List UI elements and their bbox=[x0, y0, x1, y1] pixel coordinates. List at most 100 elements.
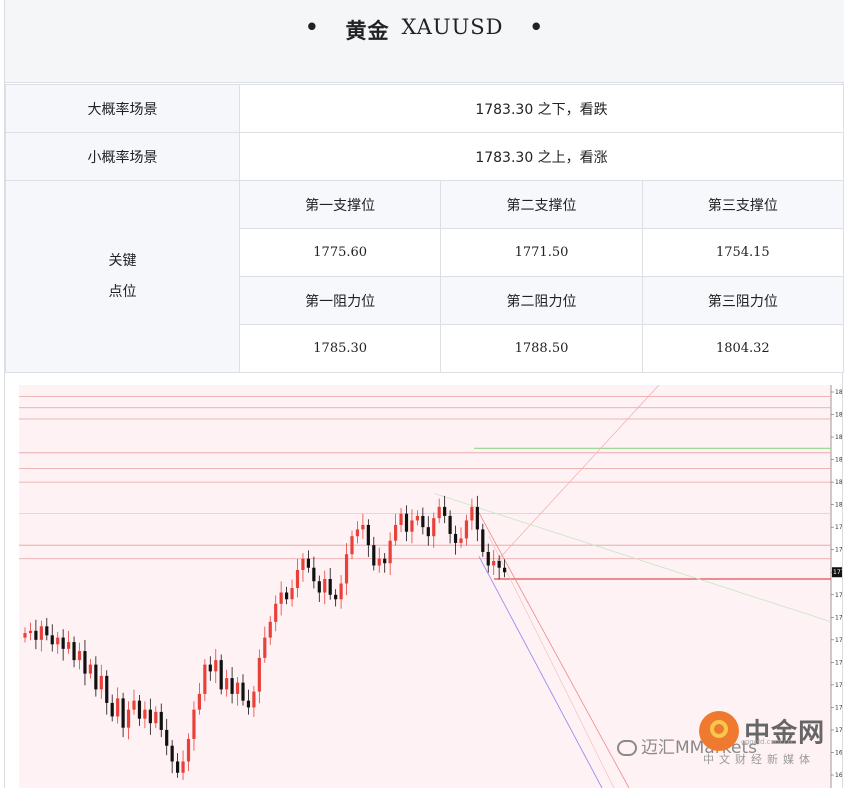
brand-subtitle: 中文财经新媒体 bbox=[703, 753, 815, 766]
wechat-icon bbox=[617, 740, 637, 756]
title-bullet-left: • bbox=[305, 15, 320, 39]
candle-body bbox=[415, 515, 419, 521]
price-axis-label: 174 bbox=[835, 637, 842, 644]
candle-body bbox=[464, 520, 469, 539]
candle-body bbox=[72, 642, 76, 661]
candle-body bbox=[192, 709, 196, 739]
price-axis-label: 173 bbox=[835, 659, 842, 666]
price-axis-label: 179 bbox=[835, 524, 842, 531]
support-value: 1775.60 bbox=[238, 228, 442, 277]
candle-body bbox=[39, 626, 43, 640]
scenario-value: 1783.30 之下，看跌 bbox=[239, 84, 844, 133]
candle-body bbox=[143, 709, 147, 719]
candle-body bbox=[94, 664, 98, 690]
candle-body bbox=[50, 635, 54, 645]
candle-body bbox=[459, 538, 463, 543]
candle-body bbox=[350, 536, 354, 555]
candle-body bbox=[497, 560, 501, 568]
support-value: 1771.50 bbox=[440, 228, 643, 277]
candle-body bbox=[285, 592, 289, 600]
page-title: • 黄金 XAUUSD • bbox=[5, 0, 844, 83]
candle-body bbox=[312, 567, 316, 582]
key-levels-label: 关键 点位 bbox=[5, 180, 240, 373]
candle-body bbox=[203, 664, 207, 694]
levels-table: 大概率场景 1783.30 之下，看跌 小概率场景 1783.30 之上，看涨 … bbox=[5, 84, 845, 373]
candle-body bbox=[23, 633, 27, 638]
scenario-row: 小概率场景 1783.30 之上，看涨 bbox=[5, 132, 844, 181]
watermark-brand: 中金网 中文财经新媒体 cngold.com.cn bbox=[699, 711, 825, 767]
candle-body bbox=[410, 520, 414, 532]
candle-body bbox=[268, 621, 272, 638]
support-header: 第三支撑位 bbox=[641, 180, 845, 229]
candle-body bbox=[77, 651, 82, 661]
candle-body bbox=[121, 698, 125, 728]
candle-body bbox=[246, 700, 251, 708]
candle-body bbox=[295, 569, 300, 589]
candle-body bbox=[301, 558, 305, 570]
candle-body bbox=[28, 630, 33, 634]
scenario-label: 大概率场景 bbox=[5, 84, 240, 133]
title-bullet-right: • bbox=[529, 15, 544, 39]
candle-body bbox=[306, 558, 310, 568]
support-header: 第一支撑位 bbox=[238, 180, 442, 229]
candle-body bbox=[67, 642, 71, 649]
price-axis-label: 170 bbox=[835, 727, 842, 734]
resistance-header: 第三阻力位 bbox=[641, 276, 845, 325]
title-name: 黄金 bbox=[345, 19, 390, 43]
candle-body bbox=[366, 524, 370, 546]
candle-body bbox=[372, 545, 376, 566]
candle-body bbox=[339, 583, 343, 600]
watermark-wechat-text: 迈汇M bbox=[641, 738, 690, 758]
candle-body bbox=[181, 761, 185, 773]
candle-body bbox=[110, 702, 114, 717]
candle-body bbox=[448, 515, 452, 534]
candle-body bbox=[241, 682, 245, 701]
candle-body bbox=[394, 524, 398, 541]
key-levels-label-line1: 关键 bbox=[108, 252, 137, 269]
candle-body bbox=[252, 691, 256, 708]
candle-body bbox=[453, 533, 458, 543]
price-axis-label: 183 bbox=[835, 434, 842, 441]
candle-body bbox=[56, 637, 60, 645]
brand-url: cngold.com.cn bbox=[741, 738, 793, 746]
resistance-header: 第一阻力位 bbox=[238, 276, 442, 325]
candle-body bbox=[165, 729, 169, 746]
candle-body bbox=[208, 664, 212, 672]
candle-body bbox=[388, 540, 392, 564]
support-header: 第二支撑位 bbox=[440, 180, 643, 229]
candle-body bbox=[492, 560, 496, 566]
candle-body bbox=[61, 637, 65, 649]
price-axis-label: 169 bbox=[835, 749, 842, 756]
candle-body bbox=[404, 513, 409, 532]
candle-body bbox=[355, 529, 360, 537]
candle-body bbox=[257, 657, 261, 692]
candle-body bbox=[503, 567, 507, 573]
price-chart: 185 184 183 182 181 180 179 178 177 176 175 174 173 1… bbox=[19, 385, 842, 788]
candle-body bbox=[432, 518, 436, 537]
resistance-value: 1804.32 bbox=[641, 324, 845, 373]
candle-body bbox=[214, 660, 218, 672]
resistance-value: 1785.30 bbox=[238, 324, 442, 373]
candle-body bbox=[263, 637, 267, 658]
candle-body bbox=[99, 675, 103, 690]
candle-body bbox=[225, 678, 229, 690]
candle-body bbox=[186, 738, 191, 762]
candle-body bbox=[426, 527, 430, 537]
candle-body bbox=[45, 626, 49, 636]
candle-body bbox=[377, 558, 381, 566]
candle-body bbox=[230, 678, 234, 694]
candle-body bbox=[344, 554, 349, 584]
price-axis-label: 181 bbox=[835, 479, 842, 486]
candle-body bbox=[317, 581, 321, 593]
candle-body bbox=[274, 603, 278, 622]
price-axis-label: 185 bbox=[835, 389, 842, 396]
candle-body bbox=[197, 693, 201, 710]
candle-body bbox=[235, 682, 240, 694]
candle-body bbox=[421, 515, 425, 528]
candle-body bbox=[481, 529, 485, 552]
candle-body bbox=[475, 506, 479, 530]
scenario-row: 大概率场景 1783.30 之下，看跌 bbox=[5, 84, 844, 133]
candle-body bbox=[486, 551, 490, 566]
scenario-label: 小概率场景 bbox=[5, 132, 240, 181]
price-axis-label: 182 bbox=[835, 457, 842, 464]
